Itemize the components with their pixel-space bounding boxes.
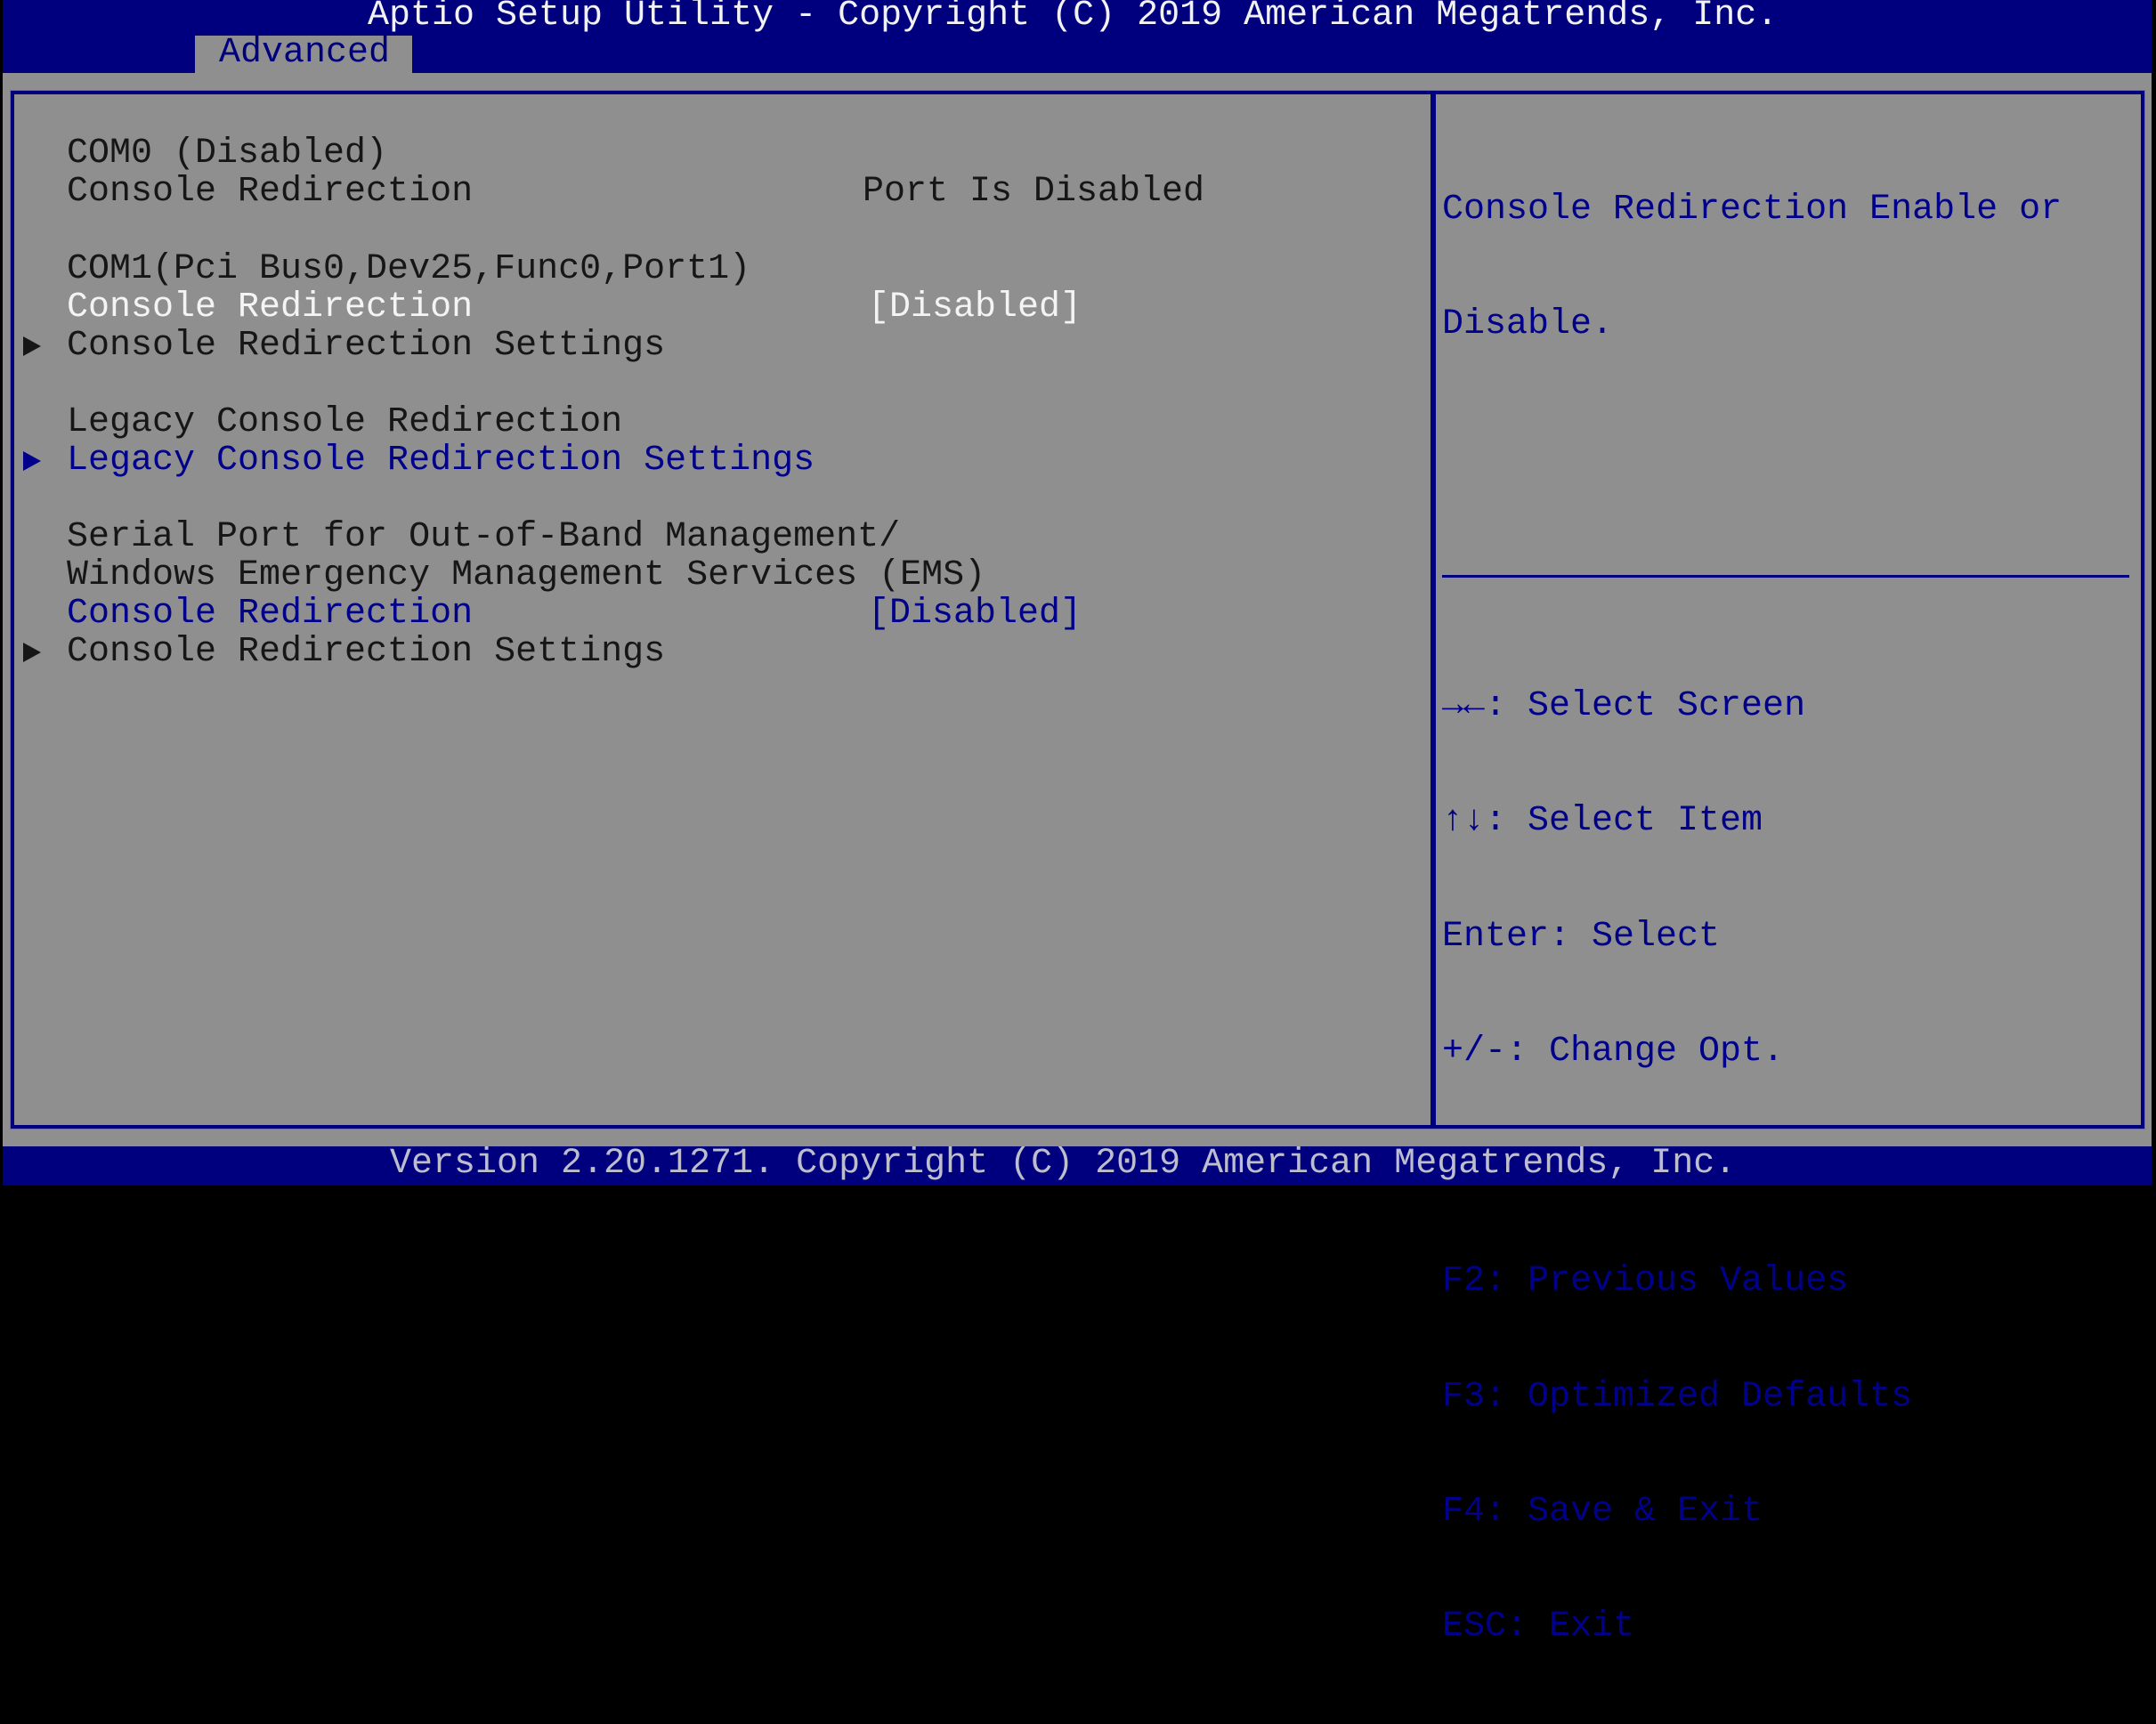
setting-value-dropdown[interactable]: [Disabled] (868, 288, 1082, 327)
setting-label: Console Redirection (67, 594, 474, 634)
submenu-legacy-console-redirection-settings[interactable]: Legacy Console Redirection Settings (14, 441, 1431, 480)
submenu-label: Console Redirection Settings (67, 632, 666, 672)
setting-label: Console Redirection (67, 172, 474, 212)
help-text: Console Redirection Enable or Disable. (1442, 114, 2062, 420)
title-bar: Aptio Setup Utility - Copyright (C) 2019… (3, 0, 2152, 73)
heading-label: Legacy Console Redirection (67, 402, 623, 442)
heading-label: Windows Emergency Management Services (E… (67, 555, 986, 595)
footer-bar: Version 2.20.1271. Copyright (C) 2019 Am… (3, 1144, 2152, 1186)
heading-label: COM0 (Disabled) (67, 134, 388, 174)
submenu-arrow-icon (23, 643, 41, 662)
tab-advanced-label: Advanced (219, 33, 391, 73)
setting-row-com0-console-redirection: Console Redirection Port Is Disabled (14, 173, 1431, 211)
key-select-item: ↑↓: Select Item (1442, 801, 1763, 842)
help-line: Disable. (1442, 304, 1614, 344)
submenu-label: Console Redirection Settings (67, 326, 666, 366)
help-line: Console Redirection Enable or (1442, 190, 2063, 230)
key-enter: Enter: Select (1442, 916, 1721, 957)
heading-com0: COM0 (Disabled) (14, 134, 1431, 173)
heading-label: COM1(Pci Bus0,Dev25,Func0,Port1) (67, 249, 751, 289)
setting-value-static: Port Is Disabled (863, 172, 1205, 212)
key-f3: F3: Optimized Defaults (1442, 1376, 1913, 1417)
app-title: Aptio Setup Utility - Copyright (C) 2019… (368, 0, 1779, 36)
version-text: Version 2.20.1271. Copyright (C) 2019 Am… (390, 1144, 1737, 1184)
setting-value-dropdown[interactable]: [Disabled] (868, 595, 1082, 633)
setting-row-com1-console-redirection[interactable]: Console Redirection [Disabled] (14, 288, 1431, 327)
submenu-label: Legacy Console Redirection Settings (67, 441, 815, 481)
help-pane: Console Redirection Enable or Disable. →… (1436, 94, 2141, 1647)
heading-com1: COM1(Pci Bus0,Dev25,Func0,Port1) (14, 250, 1431, 288)
setting-label-selected: Console Redirection (67, 287, 474, 328)
settings-list: COM0 (Disabled) Console Redirection Port… (14, 94, 1431, 1125)
key-f4: F4: Save & Exit (1442, 1492, 1763, 1533)
heading-label: Serial Port for Out-of-Band Management/ (67, 517, 901, 557)
help-separator (1442, 575, 2129, 578)
submenu-arrow-icon (23, 336, 41, 356)
submenu-arrow-icon (23, 451, 41, 471)
heading-legacy-console-redirection: Legacy Console Redirection (14, 403, 1431, 441)
submenu-ems-console-redirection-settings[interactable]: Console Redirection Settings (14, 633, 1431, 671)
tab-advanced[interactable]: Advanced (195, 33, 412, 73)
key-f2: F2: Previous Values (1442, 1261, 1849, 1302)
settings-frame: COM0 (Disabled) Console Redirection Port… (11, 91, 2144, 1647)
setting-row-ems-console-redirection[interactable]: Console Redirection [Disabled] (14, 595, 1431, 633)
submenu-console-redirection-settings[interactable]: Console Redirection Settings (14, 327, 1431, 365)
key-change-opt: +/-: Change Opt. (1442, 1031, 1785, 1072)
setup-body: COM0 (Disabled) Console Redirection Port… (3, 73, 2152, 1647)
heading-serial-port-oob: Serial Port for Out-of-Band Management/ (14, 518, 1431, 556)
heading-ems: Windows Emergency Management Services (E… (14, 556, 1431, 595)
key-select-screen: →←: Select Screen (1442, 686, 1806, 726)
key-esc: ESC: Exit (1442, 1607, 1635, 1647)
